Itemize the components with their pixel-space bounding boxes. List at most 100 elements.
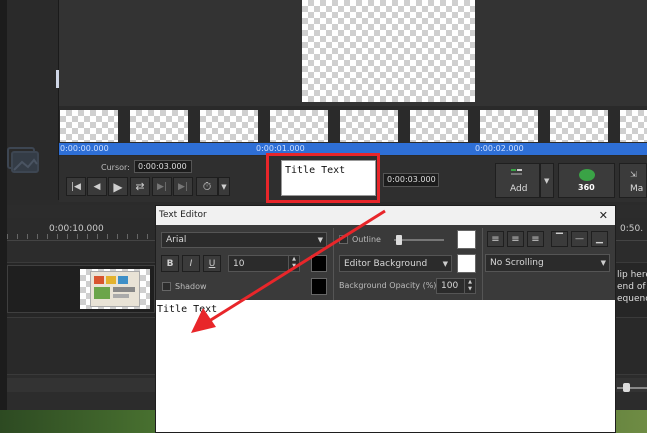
image-placeholder-icon <box>6 140 40 178</box>
valign-middle-button[interactable]: — <box>571 231 588 247</box>
export-360-button[interactable]: 360 <box>558 163 615 198</box>
step-forward-icon: ▶| <box>157 181 167 192</box>
dialog-title: Text Editor <box>159 210 207 220</box>
bg-opacity-value: 100 <box>441 281 459 291</box>
add-button[interactable]: Add <box>495 163 540 198</box>
background-color-swatch[interactable] <box>457 254 476 273</box>
filmstrip-thumbnail <box>130 110 188 142</box>
filmstrip-thumbnail <box>480 110 538 142</box>
align-right-icon: ≡ <box>531 233 540 245</box>
outline-width-thumb[interactable] <box>396 235 402 245</box>
step-back-button[interactable]: ◀ <box>87 177 107 196</box>
bold-button[interactable]: B <box>161 255 179 272</box>
valign-bottom-icon: ▁ <box>596 234 603 244</box>
background-select-value: Editor Background <box>344 258 428 269</box>
drop-clip-hint-line: lip here <box>617 270 647 280</box>
valign-top-button[interactable]: ▔ <box>551 231 568 247</box>
max-button[interactable]: ⇲ Ma <box>619 163 647 198</box>
close-icon[interactable]: ✕ <box>599 209 608 222</box>
bg-opacity-field[interactable]: 100 ▲ ▼ <box>436 278 476 294</box>
shadow-color-swatch[interactable] <box>311 278 327 295</box>
chevron-down-icon: ▼ <box>544 177 550 185</box>
filmstrip-thumbnail <box>60 110 118 142</box>
panel-divider <box>333 228 334 300</box>
go-to-end-button[interactable]: ▶| <box>173 177 193 196</box>
loop-button[interactable]: ⇄ <box>130 177 150 196</box>
outline-checkbox[interactable] <box>339 235 348 244</box>
add-icon <box>511 169 525 177</box>
speed-button[interactable]: ⏱ <box>196 177 218 196</box>
align-right-button[interactable]: ≡ <box>527 231 544 247</box>
panel-divider <box>482 228 483 300</box>
filmstrip-thumbnail <box>620 110 647 142</box>
timeline-ruler-label: 0:00:10.000 <box>49 224 104 234</box>
duration-field[interactable]: 0:00:03.000 <box>383 173 439 187</box>
ruler-label: 0:00:01.000 <box>256 144 305 153</box>
outline-label: Outline <box>352 235 381 244</box>
filmstrip-thumbnail <box>200 110 258 142</box>
cursor-field[interactable]: 0:00:03.000 <box>134 160 192 173</box>
scrolling-select-value: No Scrolling <box>490 258 544 268</box>
go-to-start-button[interactable]: |◀ <box>66 177 86 196</box>
video-clip[interactable] <box>7 265 155 313</box>
ruler-label: 0:00:00.000 <box>60 144 109 153</box>
text-editor-dialog: Text Editor ✕ Arial ▼ B I U 10 ▲ ▼ Shadow… <box>155 205 616 433</box>
italic-button[interactable]: I <box>182 255 200 272</box>
filmstrip-thumbnail <box>340 110 398 142</box>
valign-top-icon: ▔ <box>556 234 563 244</box>
valign-middle-icon: — <box>575 234 584 244</box>
shadow-checkbox[interactable] <box>162 282 171 291</box>
background-select[interactable]: Editor Background ▼ <box>339 255 452 272</box>
chevron-down-icon: ▼ <box>221 182 227 191</box>
italic-label: I <box>189 258 193 269</box>
align-left-button[interactable]: ≡ <box>487 231 504 247</box>
max-label: Ma <box>630 184 644 194</box>
export-360-icon <box>579 169 595 181</box>
font-color-swatch[interactable] <box>311 255 327 272</box>
bold-label: B <box>166 258 174 269</box>
chevron-down-icon: ▼ <box>600 259 606 267</box>
stepper-icon: ▲ ▼ <box>464 279 475 293</box>
left-edge-bar <box>0 0 7 433</box>
step-forward-button[interactable]: ▶| <box>152 177 172 196</box>
underline-button[interactable]: U <box>203 255 221 272</box>
stepper-icon: ▲ ▼ <box>288 256 299 271</box>
filmstrip-thumbnail <box>270 110 328 142</box>
stopwatch-icon: ⏱ <box>202 179 212 193</box>
play-icon: ▶ <box>113 179 123 194</box>
zoom-slider-track[interactable] <box>617 387 647 389</box>
annotation-highlight-box <box>266 153 380 203</box>
chevron-down-icon: ▼ <box>442 259 448 268</box>
clip-image-thumbnail <box>90 271 140 307</box>
shadow-label: Shadow <box>175 282 207 291</box>
max-icon: ⇲ <box>630 170 637 179</box>
font-select-value: Arial <box>166 235 187 245</box>
timeline-ruler-label: 0:50. <box>620 224 644 234</box>
skip-start-icon: |◀ <box>71 181 81 192</box>
text-editor-content[interactable]: Title Text <box>156 300 615 432</box>
cursor-label: Cursor: <box>101 163 130 172</box>
bg-opacity-label: Background Opacity (%): <box>339 281 440 290</box>
valign-bottom-button[interactable]: ▁ <box>591 231 608 247</box>
filmstrip-thumbnail <box>550 110 608 142</box>
filmstrip-thumbnail <box>410 110 468 142</box>
cursor-value: 0:00:03.000 <box>138 162 187 171</box>
align-center-button[interactable]: ≡ <box>507 231 524 247</box>
scrolling-select[interactable]: No Scrolling ▼ <box>485 254 610 272</box>
duration-value: 0:00:03.000 <box>387 175 436 184</box>
zoom-slider-thumb[interactable] <box>623 383 630 392</box>
ruler-ticks <box>7 234 157 239</box>
add-dropdown-button[interactable]: ▼ <box>540 163 554 198</box>
font-select[interactable]: Arial ▼ <box>161 232 327 248</box>
font-size-field[interactable]: 10 ▲ ▼ <box>228 255 300 272</box>
play-button[interactable]: ▶ <box>108 177 128 196</box>
chevron-down-icon: ▼ <box>317 236 323 244</box>
skip-end-icon: ▶| <box>178 181 188 192</box>
add-label: Add <box>510 184 528 194</box>
loop-icon: ⇄ <box>135 180 145 193</box>
outline-color-swatch[interactable] <box>457 230 476 249</box>
drop-clip-hint-line: equenc <box>617 294 647 304</box>
badge-360-label: 360 <box>578 183 595 192</box>
preview-canvas <box>302 0 475 102</box>
speed-dropdown-button[interactable]: ▼ <box>218 177 230 196</box>
